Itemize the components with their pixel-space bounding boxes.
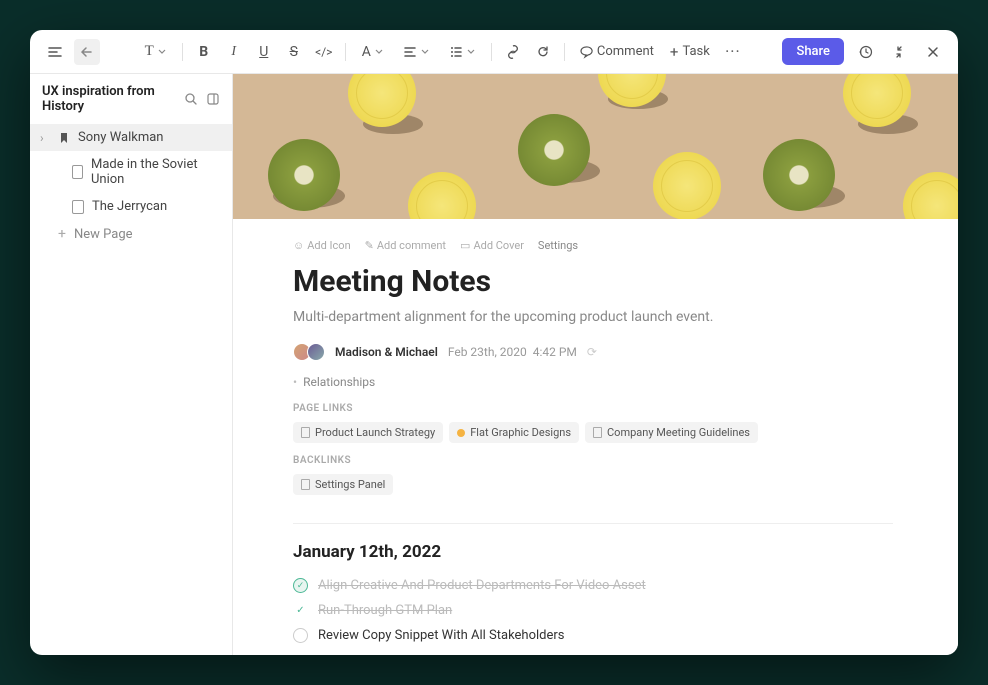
- task-button[interactable]: + Task: [664, 39, 716, 65]
- doc-icon: [593, 427, 602, 438]
- bookmark-icon: [58, 132, 70, 144]
- page-link-chip[interactable]: Company Meeting Guidelines: [585, 422, 758, 443]
- strikethrough-button[interactable]: S: [281, 39, 307, 65]
- new-page-label: New Page: [74, 227, 133, 242]
- collapse-icon[interactable]: [886, 39, 912, 65]
- date-heading[interactable]: January 12th, 2022: [293, 542, 893, 562]
- history-icon[interactable]: [852, 39, 878, 65]
- share-button[interactable]: Share: [782, 38, 844, 65]
- new-page-button[interactable]: + New Page: [30, 220, 232, 248]
- backlinks-label: BACKLINKS: [293, 455, 893, 466]
- task-text: Align Creative And Product Departments F…: [318, 578, 646, 593]
- avatar: [307, 343, 325, 361]
- task-text: Run-Through GTM Plan: [318, 603, 452, 618]
- sidebar: UX inspiration from History Sony Walkman…: [30, 74, 233, 655]
- comment-button[interactable]: Comment: [573, 40, 660, 63]
- add-cover-button[interactable]: ▭ Add Cover: [460, 239, 524, 252]
- page-subtitle[interactable]: Multi-department alignment for the upcom…: [293, 309, 893, 325]
- sidebar-item-sony-walkman[interactable]: Sony Walkman: [30, 124, 232, 151]
- sync-icon[interactable]: ⟳: [587, 345, 597, 359]
- checkbox-partial-icon[interactable]: ✓: [293, 603, 308, 618]
- page-title[interactable]: Meeting Notes: [293, 264, 893, 299]
- add-icon-button[interactable]: ☺ Add Icon: [293, 239, 351, 252]
- list-dropdown[interactable]: [441, 41, 483, 63]
- relationships-row[interactable]: • Relationships: [293, 375, 893, 389]
- doc-icon: [72, 165, 83, 179]
- more-icon[interactable]: ···: [720, 39, 746, 65]
- divider: [293, 523, 893, 524]
- underline-button[interactable]: U: [251, 39, 277, 65]
- task-text: Review Copy Snippet With All Stakeholder…: [318, 628, 565, 643]
- doc-icon: [301, 427, 310, 438]
- app-window: T B I U S </> A: [30, 30, 958, 655]
- align-dropdown[interactable]: [395, 41, 437, 63]
- task-item[interactable]: ✓ Align Creative And Product Departments…: [293, 578, 893, 593]
- sidebar-item-jerrycan[interactable]: The Jerrycan: [30, 193, 232, 220]
- code-button[interactable]: </>: [311, 39, 337, 65]
- main-content: ☺ Add Icon ✎ Add comment ▭ Add Cover Set…: [233, 74, 958, 655]
- close-icon[interactable]: [920, 39, 946, 65]
- settings-link[interactable]: Settings: [538, 239, 578, 252]
- backlink-chip[interactable]: Settings Panel: [293, 474, 393, 495]
- avatars[interactable]: [293, 343, 325, 361]
- bold-button[interactable]: B: [191, 39, 217, 65]
- italic-button[interactable]: I: [221, 39, 247, 65]
- page-link-chip[interactable]: Product Launch Strategy: [293, 422, 443, 443]
- sidebar-item-label: Made in the Soviet Union: [91, 157, 220, 187]
- author-row: Madison & Michael Feb 23th, 2020 4:42 PM…: [293, 343, 893, 361]
- sidebar-item-soviet-union[interactable]: Made in the Soviet Union: [30, 151, 232, 193]
- date-text: Feb 23th, 2020 4:42 PM: [448, 345, 577, 359]
- font-color-dropdown[interactable]: A: [354, 40, 391, 64]
- back-button[interactable]: [74, 39, 100, 65]
- dot-icon: [457, 429, 465, 437]
- text-style-dropdown[interactable]: T: [137, 39, 174, 64]
- sidebar-item-label: The Jerrycan: [92, 199, 167, 214]
- author-names[interactable]: Madison & Michael: [335, 345, 438, 359]
- panel-icon[interactable]: [206, 92, 220, 106]
- doc-icon: [72, 200, 84, 214]
- checkbox-open-icon[interactable]: [293, 628, 308, 643]
- sidebar-item-label: Sony Walkman: [78, 130, 163, 145]
- reset-button[interactable]: [530, 39, 556, 65]
- search-icon[interactable]: [184, 92, 198, 106]
- page-links-label: PAGE LINKS: [293, 403, 893, 414]
- link-button[interactable]: [500, 39, 526, 65]
- cover-image[interactable]: [233, 74, 958, 219]
- task-item[interactable]: Review Copy Snippet With All Stakeholder…: [293, 628, 893, 643]
- doc-icon: [301, 479, 310, 490]
- add-comment-button[interactable]: ✎ Add comment: [365, 239, 446, 252]
- checkbox-done-icon[interactable]: ✓: [293, 578, 308, 593]
- menu-icon[interactable]: [42, 39, 68, 65]
- sidebar-title: UX inspiration from History: [42, 84, 184, 114]
- toolbar: T B I U S </> A: [30, 30, 958, 74]
- page-link-chip[interactable]: Flat Graphic Designs: [449, 422, 579, 443]
- task-item[interactable]: ✓ Run-Through GTM Plan: [293, 603, 893, 618]
